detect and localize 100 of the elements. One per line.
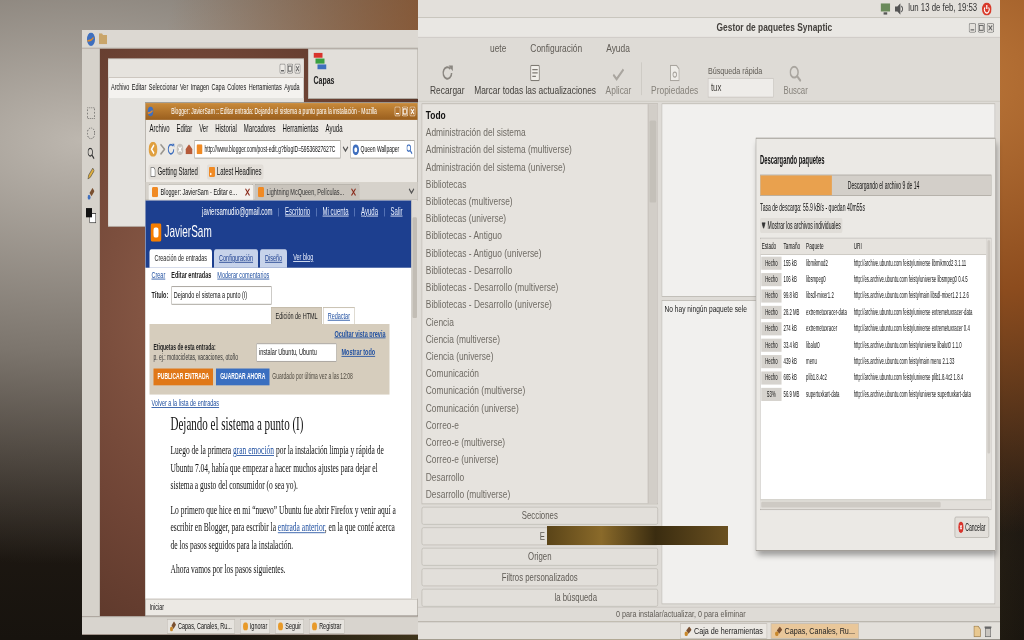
- scrollbar-thumb[interactable]: [412, 217, 417, 319]
- menu-item[interactable]: Seleccionar: [148, 82, 178, 94]
- list-item[interactable]: Comunicación (universe): [425, 400, 519, 414]
- back-link[interactable]: Volver a la lista de entradas: [151, 397, 220, 410]
- close-button[interactable]: [986, 22, 994, 33]
- taskbar-button[interactable]: Registrar: [309, 618, 345, 634]
- list-item[interactable]: Administración del sistema (multiverse): [425, 142, 572, 156]
- list-item[interactable]: Administración del sistema (universe): [425, 159, 566, 173]
- maximize-button[interactable]: [977, 22, 985, 33]
- column-header[interactable]: Paquete: [806, 240, 824, 253]
- list-item[interactable]: Desarrollo (multiverse): [425, 486, 511, 500]
- column-header[interactable]: URI: [853, 240, 862, 253]
- menu-item[interactable]: Ayuda: [284, 82, 300, 94]
- monitor-icon[interactable]: [880, 2, 891, 15]
- chevron-down-icon[interactable]: [408, 187, 415, 195]
- filter-button[interactable]: Secciones: [421, 506, 658, 525]
- menu-item[interactable]: Ver: [179, 82, 189, 94]
- filter-button[interactable]: la búsqueda: [421, 588, 658, 607]
- header-link[interactable]: Salir: [390, 205, 403, 219]
- editor-tab[interactable]: Redactar: [323, 307, 355, 324]
- menu-item[interactable]: Ayuda: [325, 122, 343, 135]
- list-item[interactable]: Correo-e (multiverse): [425, 435, 506, 449]
- menu-item[interactable]: Historial: [215, 122, 237, 135]
- list-item[interactable]: Correo-e: [425, 417, 459, 431]
- list-item[interactable]: Ciencia: [425, 314, 454, 328]
- chevron-down-icon[interactable]: [342, 145, 349, 153]
- hide-preview-link[interactable]: Ocultar vista previa: [334, 328, 386, 340]
- menu-item[interactable]: Editar: [176, 122, 193, 135]
- clock[interactable]: lun 13 de feb, 19:53: [908, 1, 978, 16]
- list-item[interactable]: Ciencia (universe): [425, 348, 494, 363]
- layers-icon[interactable]: [313, 52, 327, 70]
- list-item[interactable]: Bibliotecas - Antiguo (universe): [425, 245, 542, 259]
- header-link[interactable]: Ayuda: [361, 205, 378, 219]
- column-header[interactable]: Tamaño: [783, 240, 801, 253]
- menu-item[interactable]: Colores: [227, 82, 247, 94]
- scrollbar-thumb[interactable]: [987, 240, 991, 454]
- link[interactable]: gran emoción: [233, 443, 274, 457]
- reload-icon[interactable]: [167, 143, 175, 156]
- nav-tab[interactable]: Creación de entradas: [149, 249, 213, 268]
- taskbar-button[interactable]: Caja de herramientas: [680, 623, 768, 639]
- bookmark-item[interactable]: Latest Headlines: [206, 164, 264, 180]
- list-item[interactable]: Comunicación: [425, 366, 480, 380]
- column-header[interactable]: Estado: [761, 240, 777, 253]
- menu-item[interactable]: Herramientas: [282, 122, 319, 135]
- show-all-link[interactable]: Mostrar todo: [341, 347, 376, 359]
- scrollbar-thumb[interactable]: [649, 120, 657, 203]
- menu-item[interactable]: Ayuda: [606, 41, 630, 56]
- pencil-icon[interactable]: [87, 167, 95, 180]
- color-swatch-icon[interactable]: [85, 208, 96, 224]
- filter-button[interactable]: Filtros personalizados: [421, 568, 658, 587]
- list-item[interactable]: Bibliotecas - Desarrollo (universe): [425, 297, 552, 311]
- nav-tab[interactable]: Configuración: [214, 249, 259, 268]
- url-field[interactable]: http://www.blogger.com/post-edit.g?blogID=59536827627C: [194, 140, 341, 159]
- list-item[interactable]: Desarrollo: [425, 469, 465, 483]
- list-item[interactable]: Bibliotecas (universe): [425, 211, 507, 225]
- brush-icon[interactable]: [87, 187, 95, 200]
- menu-item[interactable]: Herramientas: [248, 82, 282, 94]
- browser-tab[interactable]: Lightning McQueen, Películas...: [254, 183, 360, 200]
- title-field[interactable]: Dejando el sistema a punto (I): [171, 286, 272, 305]
- list-item[interactable]: Bibliotecas: [425, 176, 467, 190]
- save-button[interactable]: GUARDAR AHORA: [216, 368, 270, 386]
- taskbar-button[interactable]: Capas, Canales, Ru...: [167, 618, 235, 634]
- list-item[interactable]: Bibliotecas - Desarrollo: [425, 262, 513, 276]
- menu-item[interactable]: Capa: [211, 82, 225, 94]
- back-arrow-icon[interactable]: [148, 141, 158, 157]
- taskbar-button[interactable]: Seguir: [275, 618, 305, 634]
- document-icon[interactable]: [973, 625, 981, 637]
- menu-item[interactable]: Marcadores: [243, 122, 276, 135]
- menu-item[interactable]: Archivo: [149, 122, 170, 135]
- toolbar-button[interactable]: Marcar todas las actualizaciones: [474, 64, 596, 98]
- trash-icon[interactable]: [984, 625, 992, 637]
- taskbar-button[interactable]: Ignorar: [239, 618, 271, 634]
- list-item[interactable]: Bibliotecas - Desarrollo (multiverse): [425, 280, 559, 294]
- menu-item[interactable]: Configuración: [530, 41, 583, 56]
- list-item[interactable]: Todo: [425, 107, 446, 121]
- menu-item[interactable]: Imagen: [190, 82, 210, 94]
- expander-toggle[interactable]: Mostrar los archivos individuales: [760, 218, 843, 234]
- view-blog-link[interactable]: Ver blog: [293, 251, 314, 264]
- subnav-link[interactable]: Crear: [151, 269, 166, 282]
- nav-tab[interactable]: Diseño: [260, 249, 288, 268]
- list-item[interactable]: Correo-e (universe): [425, 452, 499, 466]
- taskbar-button[interactable]: Capas, Canales, Ru...: [770, 623, 860, 639]
- cancel-button[interactable]: Cancelar: [954, 516, 989, 539]
- scrollbar-thumb[interactable]: [761, 502, 941, 508]
- menu-item[interactable]: Archivo: [111, 82, 130, 94]
- menu-item[interactable]: Editar: [131, 82, 147, 94]
- globe-icon[interactable]: [87, 32, 95, 46]
- header-link[interactable]: Escritorio: [285, 205, 311, 219]
- list-item[interactable]: Ciencia (multiverse): [425, 331, 500, 345]
- menu-item[interactable]: Ver: [199, 122, 209, 135]
- browser-tab[interactable]: Blogger: JavierSam - Editar e...: [148, 183, 254, 200]
- menu-item[interactable]: uete: [490, 41, 507, 56]
- tags-field[interactable]: instalar Ubuntu, Ubuntu: [256, 343, 337, 362]
- search-field[interactable]: tux: [707, 77, 774, 98]
- close-button[interactable]: [294, 63, 301, 74]
- list-item[interactable]: Bibliotecas (multiverse): [425, 193, 513, 208]
- subnav-link[interactable]: Editar entradas: [171, 269, 212, 282]
- list-item[interactable]: Bibliotecas - Antiguo: [425, 228, 502, 242]
- subnav-link[interactable]: Moderar comentarios: [217, 269, 270, 282]
- editor-tab[interactable]: Edición de HTML: [271, 307, 323, 324]
